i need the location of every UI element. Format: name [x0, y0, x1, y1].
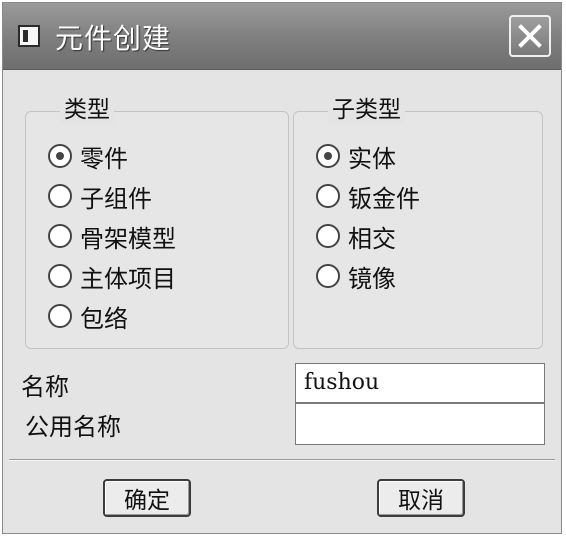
radio-type-bulk-item[interactable]: 主体项目 [48, 260, 176, 293]
radio-type-part[interactable]: 零件 [48, 140, 128, 173]
common-name-label: 公用名称 [25, 413, 121, 441]
close-icon [518, 24, 542, 48]
radio-label: 钣金件 [348, 184, 420, 213]
radio-label: 子组件 [80, 184, 152, 213]
radio-unselected-icon[interactable] [316, 224, 340, 248]
radio-subtype-mirror[interactable]: 镜像 [316, 260, 396, 293]
radio-label: 零件 [80, 144, 128, 173]
window-icon [18, 25, 40, 47]
radio-selected-icon[interactable] [316, 144, 340, 168]
radio-unselected-icon[interactable] [316, 184, 340, 208]
title-bar[interactable]: 元件创建 [3, 3, 561, 70]
type-group: 类型 零件 子组件 骨架模型 主体项目 包络 [25, 96, 289, 349]
component-create-dialog: 元件创建 类型 零件 子组件 骨架模型 主体项目 包络 子类型 实体 钣金件 相… [2, 2, 562, 534]
radio-subtype-sheetmetal[interactable]: 钣金件 [316, 180, 420, 213]
radio-label: 骨架模型 [80, 224, 176, 253]
radio-selected-icon[interactable] [48, 144, 72, 168]
ok-button[interactable]: 确定 [103, 479, 191, 517]
radio-unselected-icon[interactable] [48, 304, 72, 328]
separator [9, 459, 555, 461]
radio-unselected-icon[interactable] [48, 224, 72, 248]
radio-type-subassembly[interactable]: 子组件 [48, 180, 152, 213]
radio-subtype-solid[interactable]: 实体 [316, 140, 396, 173]
cancel-button[interactable]: 取消 [377, 479, 465, 517]
radio-label: 包络 [80, 304, 128, 333]
type-group-legend: 类型 [60, 96, 114, 124]
subtype-group-legend: 子类型 [328, 96, 405, 124]
radio-type-envelope[interactable]: 包络 [48, 300, 128, 333]
name-label: 名称 [21, 373, 69, 401]
common-name-input[interactable] [295, 403, 545, 445]
radio-label: 相交 [348, 224, 396, 253]
radio-subtype-intersect[interactable]: 相交 [316, 220, 396, 253]
radio-label: 镜像 [348, 264, 396, 293]
radio-type-skeleton-model[interactable]: 骨架模型 [48, 220, 176, 253]
name-input[interactable]: fushou [295, 363, 545, 403]
radio-label: 实体 [348, 144, 396, 173]
dialog-title: 元件创建 [55, 22, 172, 55]
radio-unselected-icon[interactable] [316, 264, 340, 288]
radio-unselected-icon[interactable] [48, 264, 72, 288]
subtype-group: 子类型 实体 钣金件 相交 镜像 [293, 96, 543, 349]
radio-unselected-icon[interactable] [48, 184, 72, 208]
close-button[interactable] [509, 15, 551, 57]
radio-label: 主体项目 [80, 264, 176, 293]
